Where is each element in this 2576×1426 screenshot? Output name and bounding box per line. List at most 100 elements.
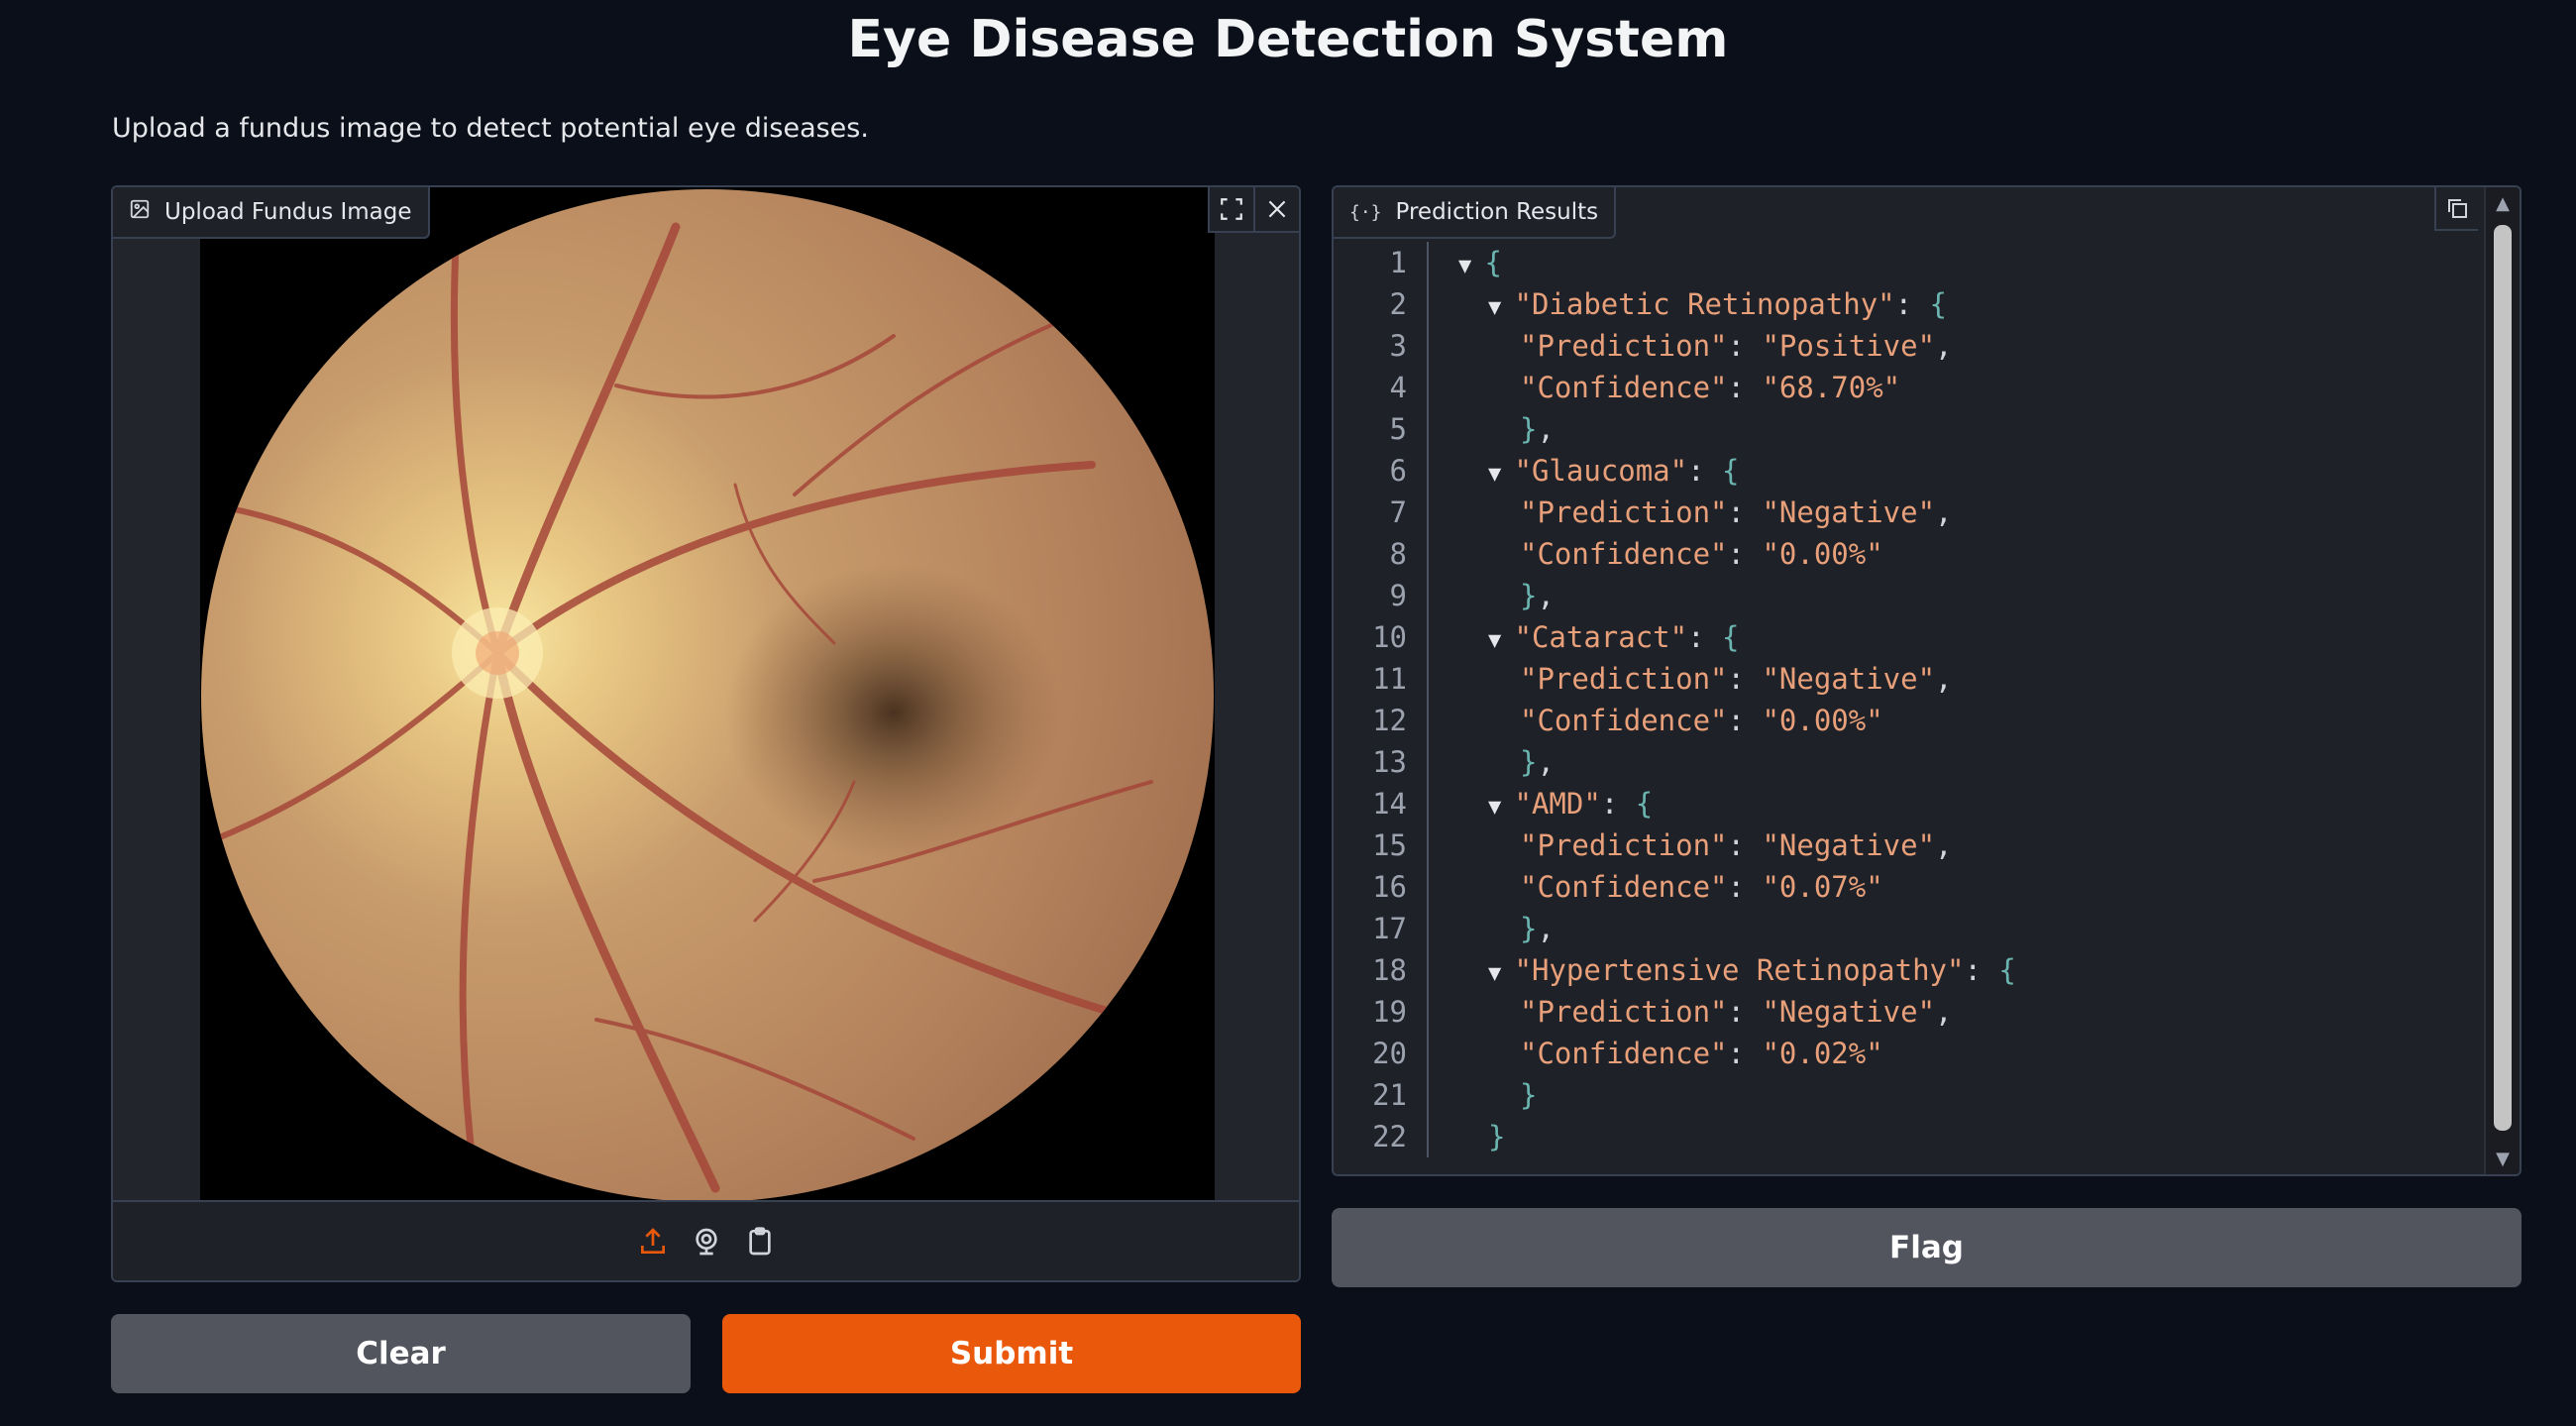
scroll-down-arrow[interactable]: ▼ (2486, 1145, 2520, 1172)
json-token: "Cataract" (1514, 620, 1688, 654)
json-punctuation: : (1964, 953, 1999, 987)
json-token: "68.70%" (1762, 371, 1901, 404)
json-line: 2 ▼ "Diabetic Retinopathy": { (1334, 283, 2484, 325)
line-number: 5 (1389, 412, 1407, 446)
json-token: "Confidence" (1520, 704, 1728, 737)
json-line-content: } (1450, 1116, 1505, 1157)
json-punctuation: { (1929, 287, 1947, 321)
webcam-icon (695, 1228, 717, 1255)
json-line-content: "Prediction": "Negative", (1450, 492, 1953, 533)
json-line: 5}, (1334, 408, 2484, 450)
json-token: "AMD" (1514, 787, 1601, 821)
results-scrollbar[interactable]: ▲ ▼ (2484, 187, 2520, 1174)
json-token: "0.02%" (1762, 1037, 1883, 1070)
json-punctuation: : (1727, 995, 1763, 1029)
scrollbar-thumb[interactable] (2494, 225, 2512, 1131)
page-description: Upload a fundus image to detect potentia… (112, 113, 869, 144)
json-punctuation: } (1520, 1078, 1538, 1112)
code-gutter (1427, 908, 1429, 949)
json-token: "Glaucoma" (1514, 454, 1688, 488)
close-image-button[interactable] (1253, 187, 1299, 233)
clear-button[interactable]: Clear (111, 1314, 691, 1393)
submit-button[interactable]: Submit (722, 1314, 1301, 1393)
line-number: 14 (1372, 787, 1407, 821)
fundus-image (200, 187, 1215, 1204)
image-toolbar (1208, 187, 1299, 233)
copy-icon (2448, 199, 2467, 218)
upload-image-panel[interactable]: Upload Fundus Image (111, 185, 1301, 1282)
json-token: "Negative" (1762, 828, 1936, 862)
json-token: "0.07%" (1762, 870, 1883, 904)
json-punctuation: } (1520, 745, 1538, 779)
json-punctuation: { (1722, 454, 1740, 488)
upload-panel-label: Upload Fundus Image (113, 187, 430, 239)
json-punctuation: } (1520, 412, 1538, 446)
line-number: 3 (1389, 329, 1407, 363)
json-line-content: "Prediction": "Negative", (1450, 658, 1953, 700)
line-number: 6 (1389, 454, 1407, 488)
json-token: "Confidence" (1520, 537, 1728, 571)
webcam-source-button[interactable] (691, 1226, 722, 1258)
clipboard-icon (748, 1226, 771, 1255)
upload-source-button[interactable] (637, 1226, 669, 1258)
json-punctuation: } (1520, 912, 1538, 945)
line-number: 2 (1389, 287, 1407, 321)
json-punctuation: : (1687, 620, 1723, 654)
json-token: "Prediction" (1520, 495, 1728, 529)
json-punctuation: : (1894, 287, 1930, 321)
code-gutter (1427, 991, 1429, 1033)
json-punctuation: { (1635, 787, 1654, 821)
json-punctuation: : (1727, 329, 1763, 363)
json-line-content: ▼ { (1450, 242, 1502, 283)
image-preview-area (113, 187, 1299, 1204)
json-punctuation: : (1727, 704, 1763, 737)
json-token: "Positive" (1762, 329, 1936, 363)
json-punctuation: , (1537, 912, 1555, 945)
code-gutter (1427, 242, 1429, 283)
json-punctuation: } (1488, 1120, 1506, 1153)
code-gutter (1427, 1033, 1429, 1074)
json-line: 14 ▼ "AMD": { (1334, 783, 2484, 824)
collapse-toggle-icon[interactable]: ▼ (1488, 295, 1515, 320)
json-line: 21} (1334, 1074, 2484, 1116)
prediction-results-panel: {·} Prediction Results 1 ▼ { 2 ▼ "Diabetic … (1332, 185, 2522, 1176)
json-punctuation: , (1935, 995, 1953, 1029)
clipboard-source-button[interactable] (744, 1226, 776, 1258)
json-line: 10 ▼ "Cataract": { (1334, 616, 2484, 658)
fullscreen-button[interactable] (1208, 187, 1253, 233)
results-panel-label: {·} Prediction Results (1334, 187, 1617, 239)
json-punctuation: , (1935, 662, 1953, 696)
json-line-content: ▼ "Diabetic Retinopathy": { (1450, 283, 1947, 325)
scroll-up-arrow[interactable]: ▲ (2486, 189, 2520, 217)
code-gutter (1427, 367, 1429, 408)
close-icon (1264, 196, 1290, 222)
code-gutter (1427, 949, 1429, 991)
line-number: 7 (1389, 495, 1407, 529)
line-number: 4 (1389, 371, 1407, 404)
json-line-content: ▼ "Glaucoma": { (1450, 450, 1740, 492)
flag-button[interactable]: Flag (1332, 1208, 2522, 1287)
upload-icon (640, 1227, 665, 1254)
json-punctuation: , (1537, 412, 1555, 446)
line-number: 20 (1372, 1037, 1407, 1070)
json-line: 16 "Confidence": "0.07%" (1334, 866, 2484, 908)
collapse-toggle-icon[interactable]: ▼ (1488, 628, 1515, 653)
json-icon: {·} (1349, 201, 1382, 223)
collapse-toggle-icon[interactable]: ▼ (1458, 254, 1485, 278)
collapse-toggle-icon[interactable]: ▼ (1488, 462, 1515, 487)
json-punctuation: : (1727, 537, 1763, 571)
collapse-toggle-icon[interactable]: ▼ (1488, 961, 1515, 986)
code-gutter (1427, 408, 1429, 450)
json-line: 1 ▼ { (1334, 242, 2484, 283)
code-gutter (1427, 783, 1429, 824)
json-line: 6 ▼ "Glaucoma": { (1334, 450, 2484, 492)
json-line-content: "Confidence": "0.02%" (1450, 1033, 1883, 1074)
collapse-toggle-icon[interactable]: ▼ (1488, 795, 1515, 820)
line-number: 12 (1372, 704, 1407, 737)
json-punctuation: : (1687, 454, 1723, 488)
json-punctuation: : (1727, 1037, 1763, 1070)
line-number: 16 (1372, 870, 1407, 904)
copy-json-button[interactable] (2434, 187, 2478, 231)
code-gutter (1427, 325, 1429, 367)
code-gutter (1427, 450, 1429, 492)
